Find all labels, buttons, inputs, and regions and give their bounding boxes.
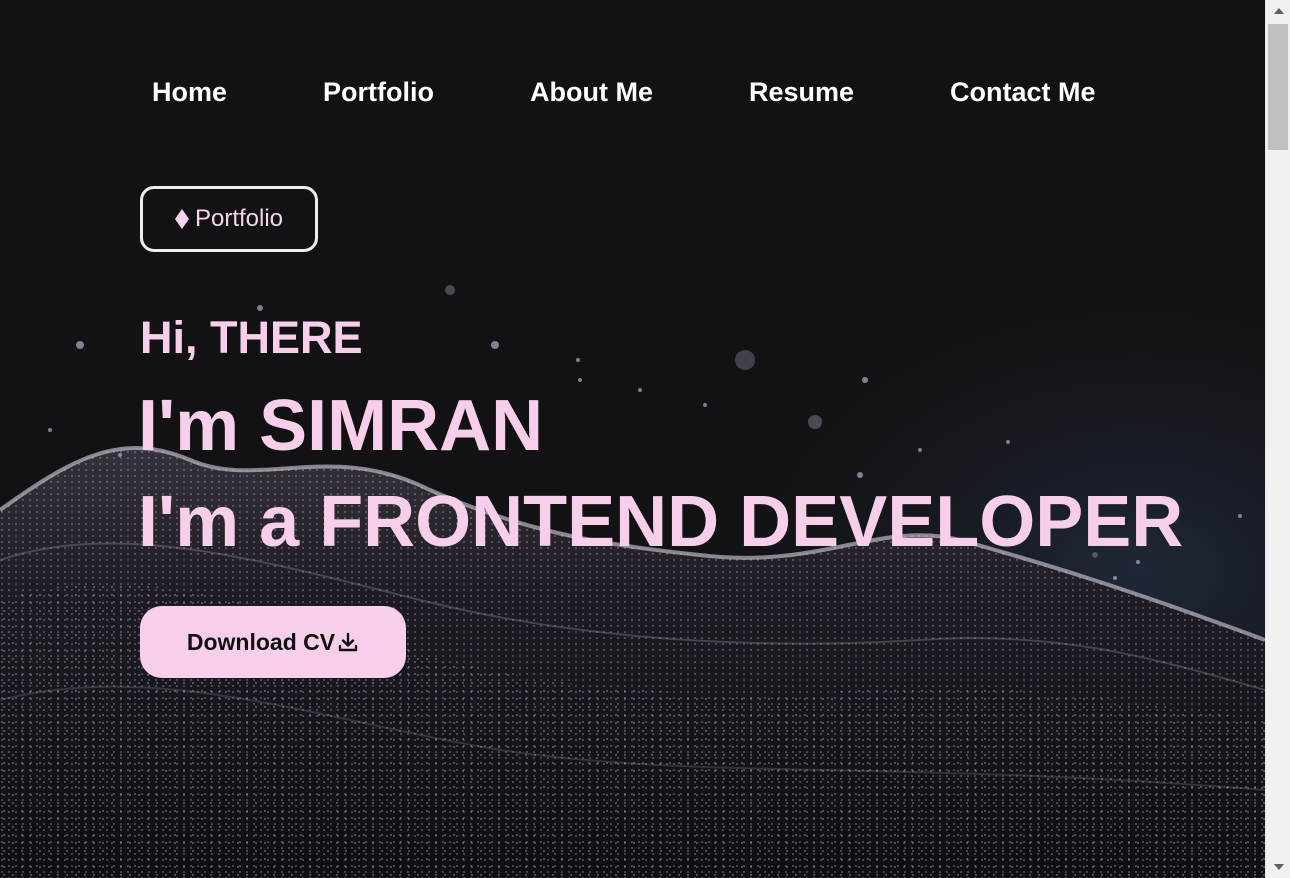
scroll-up-button[interactable] <box>1266 0 1290 22</box>
portfolio-badge: Portfolio <box>140 186 318 252</box>
main-nav: Home Portfolio About Me Resume Contact M… <box>0 74 1265 114</box>
scroll-down-button[interactable] <box>1266 856 1290 878</box>
arrow-down-icon <box>1273 864 1284 870</box>
page-viewport: Home Portfolio About Me Resume Contact M… <box>0 0 1265 878</box>
download-cv-label: Download CV <box>186 628 336 655</box>
download-cv-button[interactable]: Download CV <box>140 606 406 678</box>
scrollbar-thumb[interactable] <box>1268 24 1288 150</box>
nav-resume-link[interactable]: Resume <box>749 74 854 110</box>
diamond-icon <box>174 209 189 229</box>
arrow-up-icon <box>1273 8 1284 14</box>
portfolio-badge-label: Portfolio <box>194 205 284 232</box>
vertical-scrollbar[interactable] <box>1265 0 1290 878</box>
nav-about-me-link[interactable]: About Me <box>530 74 653 110</box>
hero-headline-role: I'm a FRONTEND DEVELOPER <box>138 482 1184 562</box>
hero-headline-name: I'm SIMRAN <box>138 386 544 466</box>
nav-portfolio-link[interactable]: Portfolio <box>323 74 434 110</box>
download-icon <box>338 632 358 652</box>
nav-contact-me-link[interactable]: Contact Me <box>950 74 1096 110</box>
nav-home-link[interactable]: Home <box>152 74 227 110</box>
greeting-text: Hi, THERE <box>140 312 363 363</box>
